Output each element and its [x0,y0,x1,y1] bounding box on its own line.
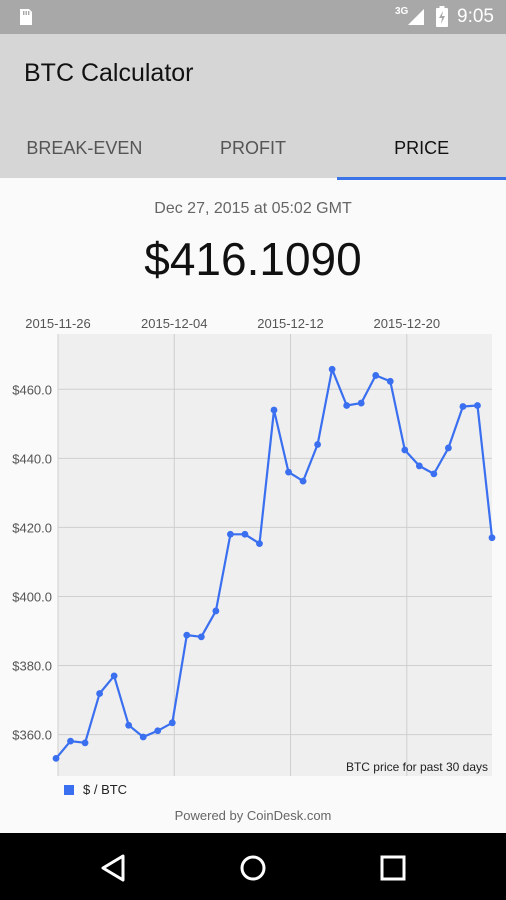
y-tick-label: $440.0 [12,451,52,466]
data-point [154,727,162,735]
legend-swatch [64,784,74,795]
data-point [474,402,481,409]
data-point [270,406,278,414]
app-title: BTC Calculator [24,59,194,87]
price-chart: 2015-11-26 2015-12-04 2015-12-12 2015-12-20… [12,316,496,776]
price-timestamp: Dec 27, 2015 at 05:02 GMT [154,200,352,217]
chart-annotation: BTC price for past 30 days [346,760,488,774]
data-point [96,690,103,697]
data-point [241,530,249,538]
data-point [139,733,147,741]
y-tick-label: $400.0 [12,589,52,604]
home-icon[interactable] [233,848,273,888]
data-point [197,633,205,641]
data-point [343,402,351,409]
recents-icon[interactable] [373,848,413,888]
data-point [110,672,118,680]
data-point [357,399,365,407]
data-point [183,631,191,639]
data-point [328,365,336,373]
sd-card-icon [20,9,32,25]
powered-by-label: Powered by CoinDesk.com [174,808,332,823]
data-point [212,607,220,615]
tab-profit[interactable]: PROFIT [169,122,338,178]
data-point [372,372,380,379]
y-tick-label: $360.0 [12,728,52,743]
chart-legend: $ / BTC [64,782,127,797]
data-point [299,477,307,485]
data-point [168,719,176,727]
signal-icon [408,9,425,25]
data-point [285,468,292,476]
data-point [401,446,409,454]
data-point [125,721,133,729]
back-icon[interactable] [93,848,133,888]
current-price: $416.1090 [144,233,362,285]
tab-bar: BREAK-EVEN PROFIT PRICE [0,122,506,180]
data-point [459,403,467,410]
status-bar: 3G 9:05 [0,0,506,34]
data-point [415,462,423,470]
navigation-bar [0,833,506,900]
battery-charging-icon [436,6,449,27]
y-tick-label: $380.0 [12,659,52,674]
data-point [256,540,263,548]
data-point [386,377,394,385]
data-point [67,737,74,745]
x-tick-label: 2015-12-20 [374,316,441,331]
data-point [314,441,321,448]
data-point [445,444,452,452]
tab-break-even[interactable]: BREAK-EVEN [0,122,169,178]
y-tick-label: $460.0 [12,382,52,397]
data-point [430,470,438,478]
data-point [81,739,89,747]
app-bar: BTC Calculator BREAK-EVEN PROFIT PRICE [0,34,506,180]
data-point [488,534,496,542]
x-tick-label: 2015-12-12 [257,316,324,331]
y-tick-label: $420.0 [12,520,52,535]
data-point [52,754,60,762]
clock: 9:05 [457,6,494,27]
x-tick-label: 2015-11-26 [25,316,91,331]
x-tick-label: 2015-12-04 [141,316,208,331]
tab-price[interactable]: PRICE [337,122,506,180]
data-point [227,530,234,538]
legend-label: $ / BTC [83,782,128,797]
